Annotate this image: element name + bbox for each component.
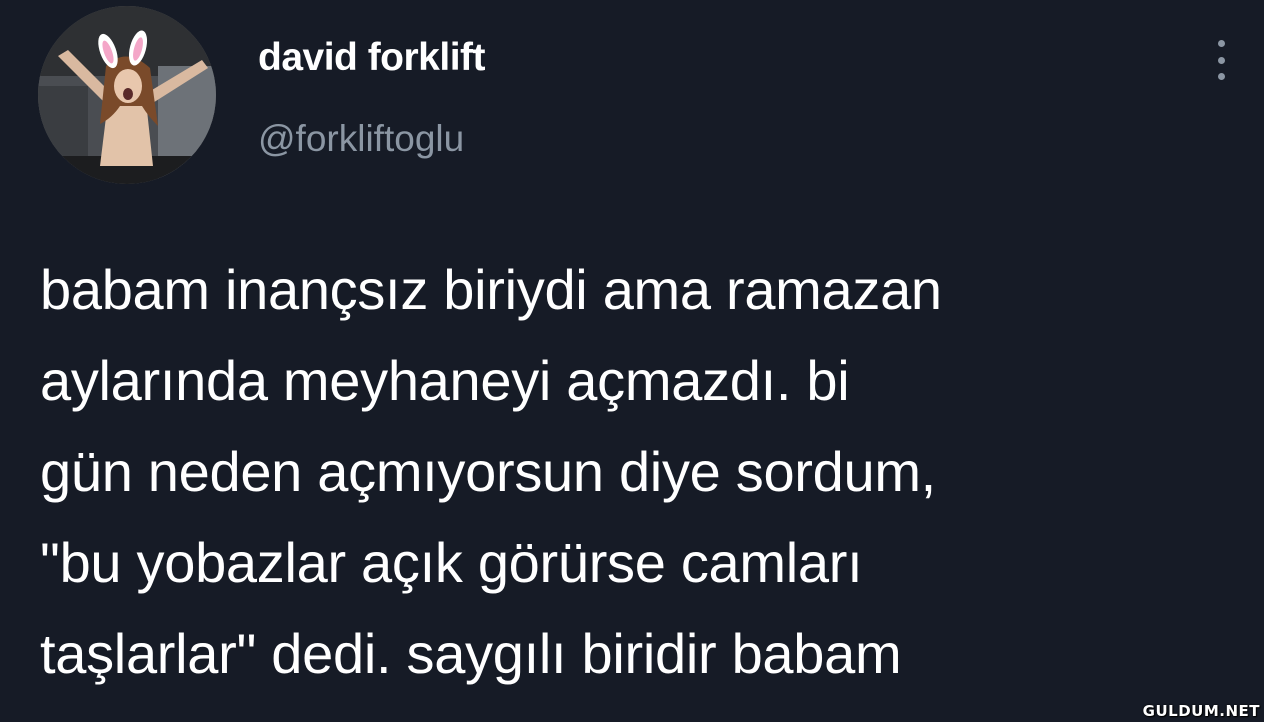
watermark: GULDUM.NET bbox=[1142, 702, 1260, 720]
avatar-photo bbox=[38, 6, 216, 184]
avatar[interactable] bbox=[38, 6, 216, 184]
tweet-card: david forklift @forkliftoglu babam inanç… bbox=[0, 0, 1264, 722]
tweet-text-line: babam inançsız biriydi ama ramazan bbox=[40, 258, 942, 321]
display-name[interactable]: david forklift bbox=[258, 36, 486, 80]
tweet-text-line: gün neden açmıyorsun diye sordum, bbox=[40, 440, 936, 503]
more-vertical-icon bbox=[1217, 40, 1225, 47]
tweet-text-line: aylarında meyhaneyi açmazdı. bi bbox=[40, 349, 850, 412]
user-handle[interactable]: @forkliftoglu bbox=[258, 118, 464, 160]
more-vertical-icon bbox=[1217, 73, 1225, 80]
tweet-text: babam inançsız biriydi ama ramazan aylar… bbox=[40, 244, 1250, 699]
tweet-text-line: taşlarlar" dedi. saygılı biridir babam bbox=[40, 622, 902, 685]
more-options-button[interactable] bbox=[1206, 38, 1236, 82]
tweet-text-line: "bu yobazlar açık görürse camları bbox=[40, 531, 863, 594]
more-vertical-icon bbox=[1217, 56, 1225, 64]
